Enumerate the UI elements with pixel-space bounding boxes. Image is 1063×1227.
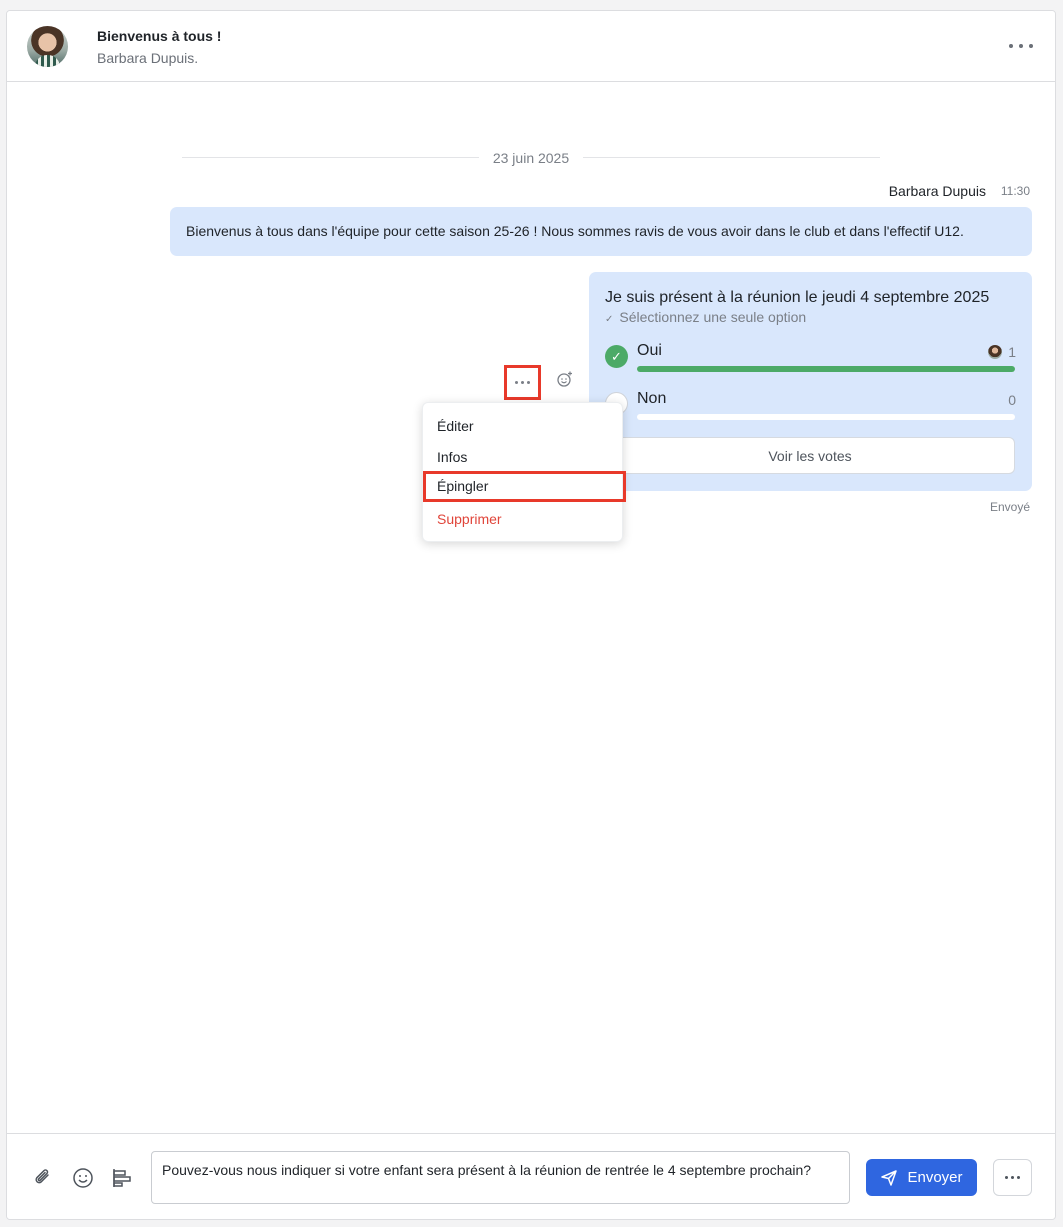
avatar-shirt — [35, 55, 60, 67]
poll-option-label[interactable]: Non — [637, 390, 666, 408]
chat-subtitle: Barbara Dupuis. — [97, 50, 199, 66]
menu-item-edit[interactable]: Éditer — [423, 411, 624, 442]
poll-option-label[interactable]: Oui — [637, 342, 662, 360]
message-time: 11:30 — [1000, 184, 1030, 198]
poll-hint-text: Sélectionnez une seule option — [619, 309, 807, 325]
chat-header: Bienvenus à tous ! Barbara Dupuis. — [7, 11, 1055, 82]
more-horizontal-icon[interactable] — [1009, 37, 1033, 55]
date-separator: 23 juin 2025 — [492, 150, 570, 166]
message-sender: Barbara Dupuis — [888, 183, 986, 199]
poll-icon[interactable] — [111, 1167, 133, 1189]
poll-hint: ✓ Sélectionnez une seule option — [605, 309, 806, 325]
message-more-button[interactable] — [504, 365, 541, 400]
attachment-icon[interactable] — [32, 1167, 54, 1189]
view-votes-button[interactable]: Voir les votes — [605, 437, 1015, 474]
send-icon — [881, 1169, 898, 1186]
poll-option-bar — [637, 366, 1015, 372]
date-divider-right — [583, 157, 880, 158]
avatar[interactable] — [27, 26, 68, 67]
message-bubble[interactable]: Bienvenus à tous dans l'équipe pour cett… — [170, 207, 1032, 256]
voter-avatar — [988, 345, 1002, 359]
poll-option-bar-fill — [637, 366, 1015, 372]
message-context-menu: Éditer Infos Épingler Supprimer — [422, 402, 626, 542]
poll-option-count: 1 — [1008, 344, 1016, 360]
menu-item-delete[interactable]: Supprimer — [423, 504, 624, 535]
composer-bar: Pouvez-vous nous indiquer si votre enfan… — [7, 1133, 1055, 1219]
menu-item-pin[interactable]: Épingler — [423, 471, 626, 502]
date-divider-left — [182, 157, 479, 158]
emoji-icon[interactable] — [72, 1167, 94, 1189]
poll-option-count: 0 — [1008, 392, 1016, 408]
message-status: Envoyé — [989, 500, 1030, 514]
poll-card[interactable]: Je suis présent à la réunion le jeudi 4 … — [589, 272, 1032, 491]
send-button-label: Envoyer — [907, 1169, 963, 1186]
check-small-icon: ✓ — [605, 314, 614, 325]
send-button[interactable]: Envoyer — [866, 1159, 977, 1196]
poll-option-bar — [637, 414, 1015, 420]
message-input[interactable]: Pouvez-vous nous indiquer si votre enfan… — [151, 1151, 850, 1204]
add-reaction-icon[interactable] — [556, 370, 574, 388]
menu-item-info[interactable]: Infos — [423, 442, 624, 473]
chat-window: Bienvenus à tous ! Barbara Dupuis. 23 ju… — [6, 10, 1056, 1220]
chat-title: Bienvenus à tous ! — [97, 28, 222, 44]
check-circle-icon[interactable]: ✓ — [605, 345, 628, 368]
poll-question: Je suis présent à la réunion le jeudi 4 … — [605, 289, 990, 306]
composer-more-button[interactable] — [993, 1159, 1032, 1196]
